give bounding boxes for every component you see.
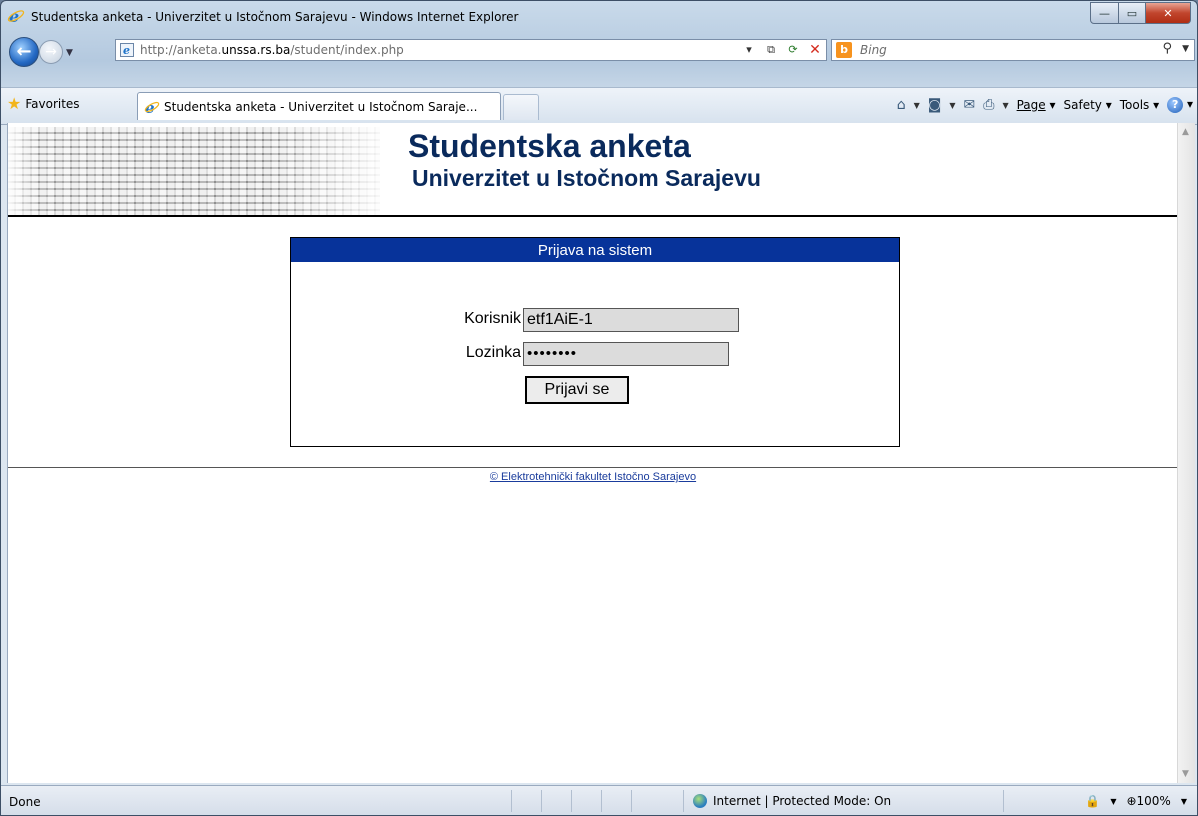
url-text[interactable]: http://anketa.unssa.rs.ba/student/index.… <box>140 43 404 57</box>
username-input[interactable]: etf1AiE-1 <box>523 308 739 332</box>
forward-button[interactable]: → <box>39 40 63 64</box>
status-separator <box>683 790 684 812</box>
home-icon[interactable]: ⌂ <box>897 97 906 113</box>
compatibility-view-icon[interactable]: ⧉ <box>762 41 780 59</box>
print-icon[interactable]: ⎙ <box>983 97 994 113</box>
svg-text:e: e <box>145 99 155 115</box>
protected-dropdown-icon[interactable]: ▼ <box>1110 797 1116 806</box>
address-tools: ▾ ⧉ ⟳ ✕ <box>740 41 824 59</box>
favorites-label: Favorites <box>25 97 80 111</box>
password-label: Lozinka <box>465 344 521 361</box>
back-arrow-icon: ← <box>16 41 32 62</box>
page-menu[interactable]: Page ▾ <box>1017 98 1056 112</box>
login-header: Prijava na sistem <box>291 238 899 262</box>
password-input[interactable]: •••••••• <box>523 342 729 366</box>
navigation-bar: ← → ▼ e http://anketa.unssa.rs.ba/studen… <box>1 35 1197 67</box>
ie-page-icon: e <box>120 43 134 57</box>
site-subtitle: Univerzitet u Istočnom Sarajevu <box>412 165 761 191</box>
username-label: Korisnik <box>464 310 521 327</box>
svg-text:e: e <box>123 44 130 57</box>
status-separator <box>1003 790 1004 812</box>
search-box[interactable]: b Bing ⚲ ▼ <box>831 39 1195 61</box>
ie-tab-icon: e <box>144 99 160 115</box>
window-controls: — ▭ ✕ <box>1090 2 1191 24</box>
close-button[interactable]: ✕ <box>1146 2 1191 24</box>
tab-studentska-anketa[interactable]: e Studentska anketa - Univerzitet u Isto… <box>137 92 501 120</box>
globe-icon <box>693 794 707 808</box>
security-zone[interactable]: Internet | Protected Mode: On <box>693 794 891 808</box>
help-menu[interactable]: ? ▾ <box>1167 97 1193 113</box>
status-separator <box>511 790 512 812</box>
browser-window: e Studentska anketa - Univerzitet u Isto… <box>0 0 1198 816</box>
zone-label: Internet | Protected Mode: On <box>713 794 892 808</box>
search-options-dropdown-icon[interactable]: ▼ <box>1182 44 1189 54</box>
zoom-dropdown-icon[interactable]: ▼ <box>1181 797 1187 806</box>
safety-menu[interactable]: Safety ▾ <box>1064 98 1112 112</box>
maximize-button[interactable]: ▭ <box>1119 2 1146 24</box>
stop-icon[interactable]: ✕ <box>806 41 824 59</box>
protected-mode-icon[interactable]: 🔒 <box>1085 794 1100 808</box>
site-header: Studentska anketa Univerzitet u Istočnom… <box>8 123 1178 217</box>
bing-logo-icon: b <box>836 42 852 58</box>
back-button[interactable]: ← <box>9 37 39 67</box>
login-form: Prijava na sistem Korisnik etf1AiE-1 Loz… <box>290 237 900 447</box>
status-separator <box>541 790 542 812</box>
home-dropdown-icon[interactable]: ▼ <box>914 101 920 110</box>
help-icon: ? <box>1167 97 1184 113</box>
forward-arrow-icon: → <box>45 44 57 60</box>
minimize-button[interactable]: — <box>1090 2 1119 24</box>
tools-menu[interactable]: Tools ▾ <box>1120 98 1159 112</box>
search-icon[interactable]: ⚲ <box>1162 41 1172 56</box>
ie-logo-icon: e <box>7 7 25 25</box>
footer-link-text[interactable]: © Elektrotehnički fakultet Istočno Saraj… <box>490 471 696 483</box>
status-text: Done <box>9 795 41 809</box>
favorites-button[interactable]: ★ Favorites <box>7 94 80 113</box>
password-row: Lozinka <box>291 342 521 366</box>
status-separator <box>601 790 602 812</box>
address-bar[interactable]: e http://anketa.unssa.rs.ba/student/inde… <box>115 39 827 61</box>
feeds-dropdown-icon[interactable]: ▼ <box>949 101 955 110</box>
scroll-up-icon[interactable]: ▲ <box>1182 127 1189 137</box>
search-placeholder[interactable]: Bing <box>860 43 887 57</box>
login-submit-button[interactable]: Prijavi se <box>525 376 629 404</box>
username-row: Korisnik <box>291 308 521 332</box>
footer-link[interactable]: © Elektrotehnički fakultet Istočno Saraj… <box>8 471 1178 483</box>
title-bar: e Studentska anketa - Univerzitet u Isto… <box>1 1 1197 35</box>
footer-divider <box>8 467 1178 468</box>
university-building-photo <box>8 127 380 215</box>
new-tab-button[interactable] <box>503 94 539 120</box>
feeds-icon[interactable]: ◙ <box>928 97 942 113</box>
site-title: Studentska anketa <box>408 128 691 164</box>
scroll-down-icon[interactable]: ▼ <box>1182 769 1189 779</box>
refresh-icon[interactable]: ⟳ <box>784 41 802 59</box>
zoom-control[interactable]: ⊕100% <box>1126 794 1170 808</box>
favorites-bar: ★ Favorites e Studentska anketa - Univer… <box>1 87 1197 125</box>
window-title: Studentska anketa - Univerzitet u Istočn… <box>31 10 519 24</box>
star-icon: ★ <box>7 94 22 113</box>
status-separator <box>571 790 572 812</box>
status-bar: Done Internet | Protected Mode: On 🔒 ▼ ⊕1… <box>1 785 1197 815</box>
page-content: Studentska anketa Univerzitet u Istočnom… <box>7 123 1178 783</box>
status-right-tools: 🔒 ▼ ⊕100% ▼ <box>1085 794 1187 808</box>
status-separator <box>631 790 632 812</box>
tab-label: Studentska anketa - Univerzitet u Istočn… <box>164 100 478 114</box>
print-dropdown-icon[interactable]: ▼ <box>1002 101 1008 110</box>
recent-pages-dropdown-icon[interactable]: ▼ <box>66 48 73 58</box>
mail-icon[interactable]: ✉ <box>964 97 976 113</box>
address-dropdown-icon[interactable]: ▾ <box>740 41 758 59</box>
command-bar: ⌂ ▼ ◙ ▼ ✉ ⎙ ▼ Page ▾ Safety ▾ Tools ▾ ? ▾ <box>897 97 1193 113</box>
vertical-scrollbar[interactable]: ▲ ▼ <box>1177 123 1195 783</box>
